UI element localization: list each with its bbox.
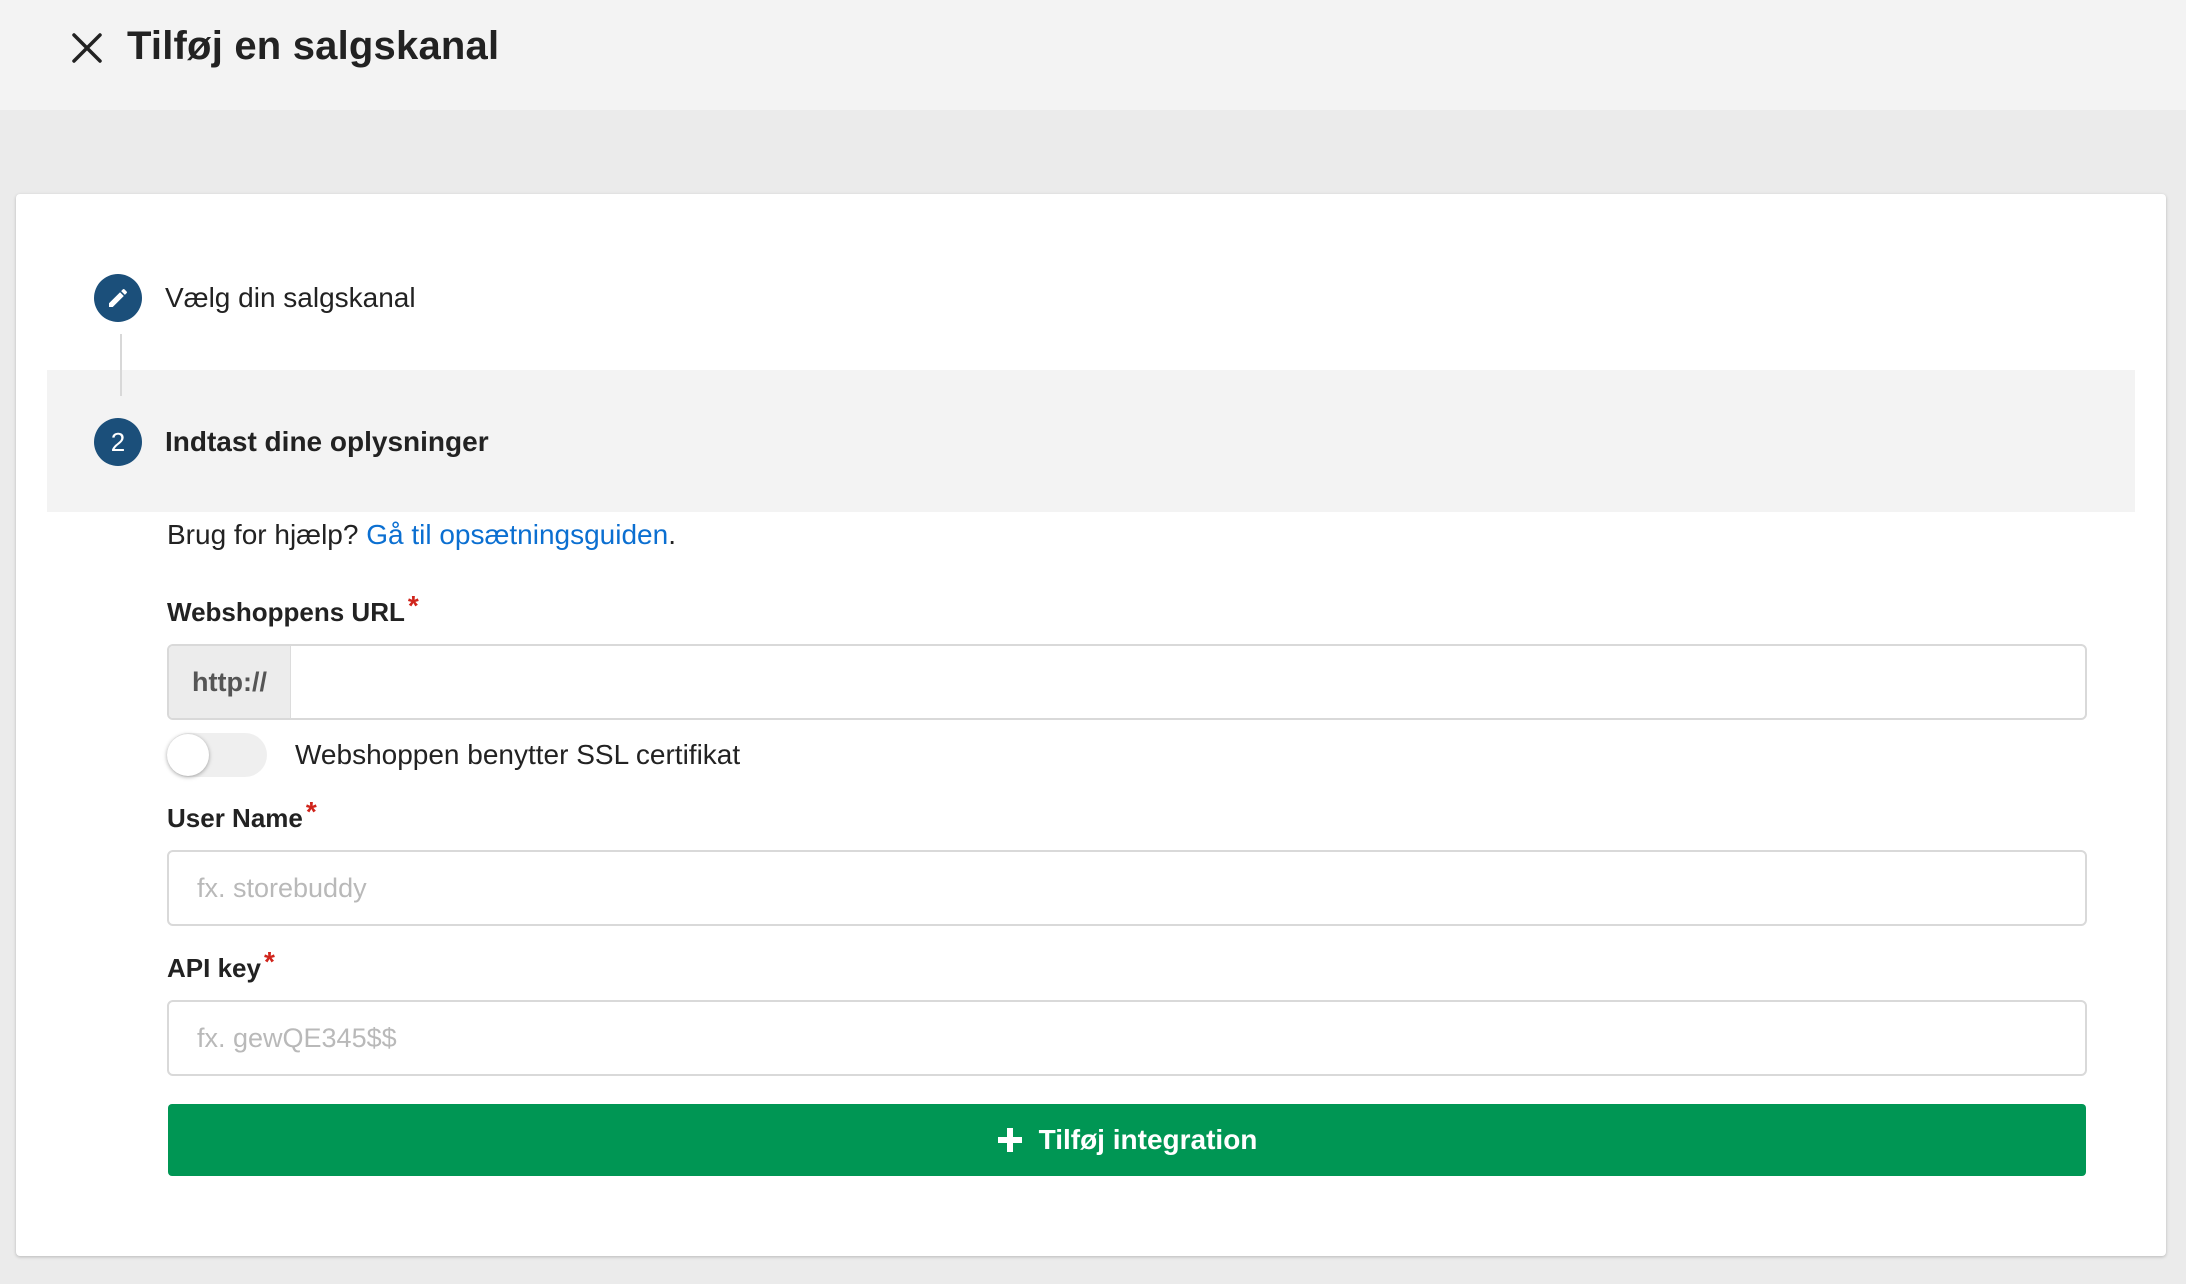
toggle-knob xyxy=(167,734,209,776)
help-suffix: . xyxy=(668,519,676,550)
close-icon xyxy=(72,33,102,63)
step-1-circle xyxy=(94,274,142,322)
help-prefix: Brug for hjælp? xyxy=(167,519,367,550)
ssl-toggle-row: Webshoppen benytter SSL certifikat xyxy=(167,732,740,778)
username-input[interactable] xyxy=(169,852,2085,924)
ssl-toggle[interactable] xyxy=(167,733,267,777)
url-label-text: Webshoppens URL xyxy=(167,597,405,627)
add-integration-label: Tilføj integration xyxy=(1038,1124,1258,1155)
setup-guide-link[interactable]: Gå til opsætningsguiden xyxy=(366,519,668,550)
required-mark: * xyxy=(407,590,419,621)
add-integration-button[interactable]: Tilføj integration xyxy=(168,1104,2086,1176)
username-label: User Name * xyxy=(167,796,317,834)
api-key-label-text: API key xyxy=(167,953,261,983)
url-prefix: http:// xyxy=(169,646,291,718)
pencil-icon xyxy=(109,288,128,307)
api-key-input[interactable] xyxy=(169,1002,2085,1074)
plus-icon xyxy=(997,1127,1023,1153)
step-1[interactable]: Vælg din salgskanal xyxy=(94,272,416,324)
wizard-card: Vælg din salgskanal 2 Indtast dine oplys… xyxy=(16,194,2166,1256)
required-mark: * xyxy=(263,946,275,977)
step-2-label: Indtast dine oplysninger xyxy=(165,426,489,457)
url-input[interactable] xyxy=(291,646,2085,718)
step-1-label: Vælg din salgskanal xyxy=(165,282,416,313)
username-input-group xyxy=(167,850,2087,926)
url-input-group: http:// xyxy=(167,644,2087,720)
close-button[interactable] xyxy=(66,27,108,69)
api-key-label: API key * xyxy=(167,946,275,984)
required-mark: * xyxy=(305,796,317,827)
api-key-input-group xyxy=(167,1000,2087,1076)
ssl-toggle-label: Webshoppen benytter SSL certifikat xyxy=(295,739,741,770)
top-bar: Tilføj en salgskanal xyxy=(0,0,2186,110)
username-label-text: User Name xyxy=(167,803,303,833)
url-label: Webshoppens URL * xyxy=(167,590,419,628)
step-connector xyxy=(120,334,122,396)
step-2: 2 Indtast dine oplysninger xyxy=(94,416,489,468)
step-2-number: 2 xyxy=(94,418,142,466)
page-title: Tilføj en salgskanal xyxy=(127,24,500,68)
help-text: Brug for hjælp? Gå til opsætningsguiden. xyxy=(167,519,676,551)
